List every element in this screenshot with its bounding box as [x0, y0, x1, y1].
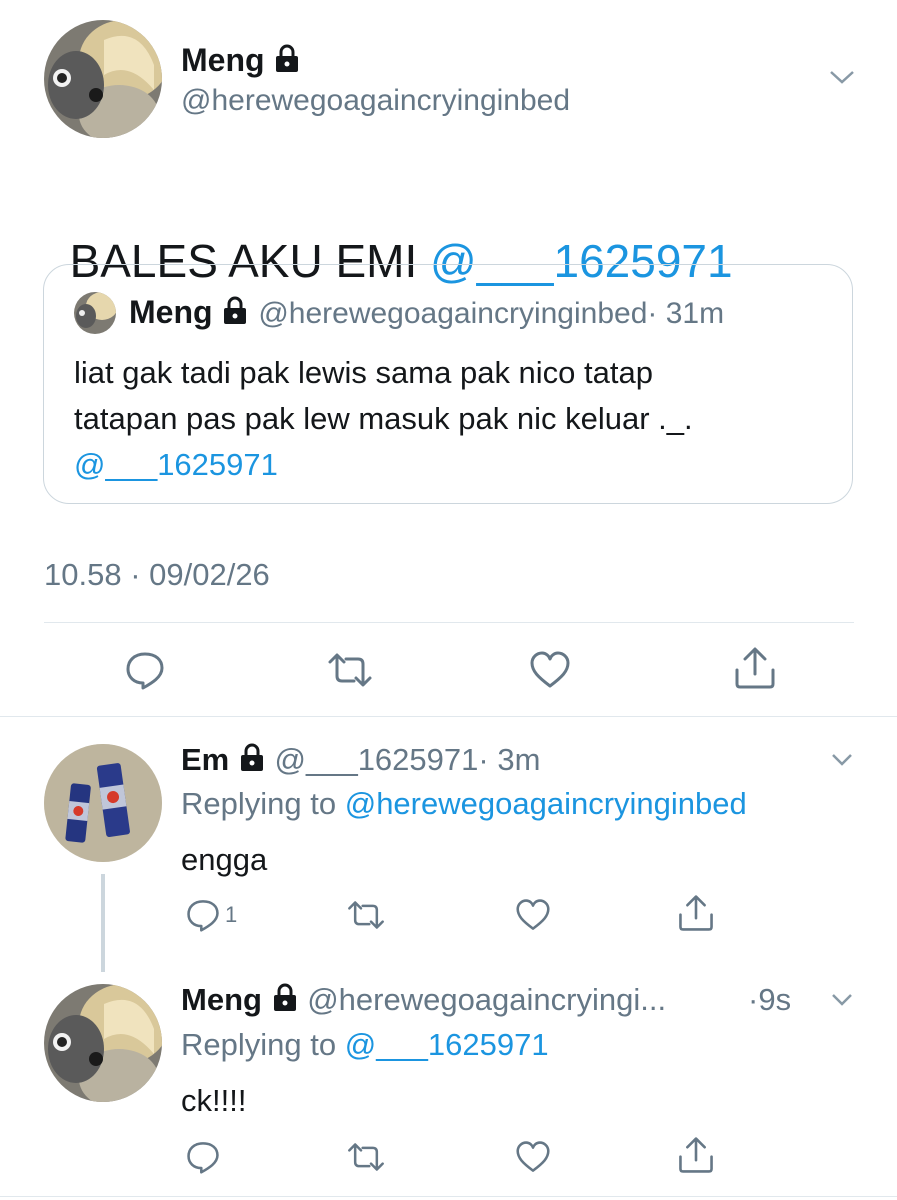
reply-button[interactable] [185, 1140, 221, 1174]
retweet-button[interactable] [326, 652, 374, 688]
reply-author-handle[interactable]: @herewegoagaincryingi... [307, 982, 666, 1017]
tweet-timestamp[interactable]: 10.58 · 09/02/26 [44, 557, 270, 593]
retweet-icon [328, 653, 372, 687]
like-icon [530, 651, 570, 688]
author-handle[interactable]: @herewegoagaincryinginbed [181, 84, 570, 118]
lock-icon [271, 983, 299, 1021]
share-icon [679, 895, 713, 931]
quoted-text-line-2: tatapan pas pak lew masuk pak nic keluar… [74, 401, 693, 436]
share-icon [735, 647, 775, 689]
quoted-text-line-1: liat gak tadi pak lewis sama pak nico ta… [74, 355, 653, 390]
bottom-divider [0, 1196, 897, 1197]
reply-author-name[interactable]: Meng [181, 982, 262, 1017]
like-button[interactable] [528, 650, 572, 690]
section-divider [0, 716, 897, 717]
share-icon [679, 1137, 713, 1173]
avatar-em[interactable] [44, 744, 162, 862]
reply-icon [126, 652, 164, 690]
thread-line [101, 874, 105, 972]
share-button[interactable] [733, 646, 777, 690]
retweet-button[interactable] [346, 1142, 386, 1172]
reply-time[interactable]: ·9s [748, 982, 791, 1018]
reply-text: engga [181, 842, 268, 877]
reply-icon [187, 900, 219, 932]
like-button[interactable] [514, 1140, 552, 1174]
retweet-icon [348, 901, 384, 929]
like-icon [516, 899, 550, 930]
replying-to-label: Replying to [181, 786, 345, 821]
reply-author-handle[interactable]: @___1625971 [275, 742, 479, 777]
replying-to-label: Replying to [181, 1027, 345, 1062]
replying-to-link[interactable]: @___1625971 [345, 1027, 549, 1062]
quoted-time: · 31m [647, 297, 725, 330]
avatar-meng[interactable] [44, 984, 162, 1102]
share-button[interactable] [677, 894, 715, 932]
quoted-author-name: Meng [129, 294, 213, 330]
reply-button[interactable]: 1 [185, 898, 237, 932]
reply-count: 1 [225, 902, 238, 927]
quoted-mention-link[interactable]: @___1625971 [74, 442, 693, 488]
retweet-icon [348, 1143, 384, 1171]
reply-author-name[interactable]: Em [181, 742, 229, 777]
lock-icon [221, 296, 249, 334]
reply-button[interactable] [124, 650, 166, 690]
replying-to-link[interactable]: @herewegoagaincryinginbed [345, 786, 747, 821]
lock-icon [238, 743, 266, 781]
reply-time[interactable]: · 3m [478, 742, 540, 777]
share-button[interactable] [677, 1136, 715, 1174]
quoted-author-handle: @herewegoagaincryinginbed [258, 297, 648, 330]
lock-icon [273, 44, 301, 82]
quoted-avatar [74, 292, 116, 334]
reply-text: ck!!!! [181, 1083, 247, 1118]
reply-icon [187, 1142, 219, 1174]
like-button[interactable] [514, 898, 552, 932]
like-icon [516, 1141, 550, 1172]
retweet-button[interactable] [346, 900, 386, 930]
divider [44, 622, 854, 623]
chevron-down-icon[interactable] [830, 752, 854, 773]
chevron-down-icon[interactable] [828, 68, 856, 91]
author-name[interactable]: Meng [181, 42, 265, 78]
chevron-down-icon[interactable] [830, 992, 854, 1013]
avatar-meng[interactable] [44, 20, 162, 138]
